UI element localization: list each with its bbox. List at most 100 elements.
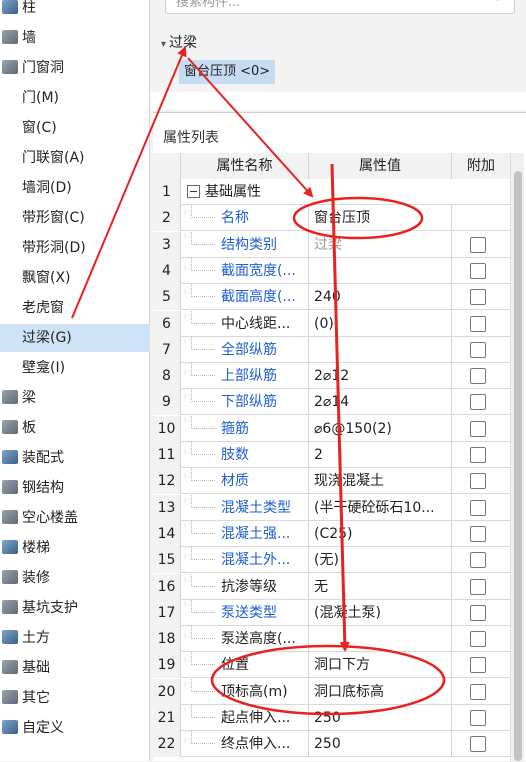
attach-checkbox[interactable] bbox=[470, 710, 486, 726]
attach-checkbox[interactable] bbox=[470, 420, 486, 437]
tree-item[interactable]: 自定义 bbox=[2, 714, 64, 742]
tree-item[interactable]: 钢结构 bbox=[2, 474, 64, 502]
attach-checkbox[interactable] bbox=[470, 631, 486, 648]
tree-item[interactable]: 墙 bbox=[2, 24, 36, 52]
table-row[interactable]: 8 上部纵筋 2⌀12 bbox=[153, 363, 510, 390]
search-input[interactable]: 搜索构件... ⌕ bbox=[165, 0, 515, 14]
table-row[interactable]: 11 肢数 2 bbox=[153, 442, 510, 468]
property-value[interactable] bbox=[309, 257, 452, 284]
property-name: 材质 bbox=[181, 468, 309, 495]
property-value[interactable] bbox=[309, 626, 452, 653]
attach-checkbox[interactable] bbox=[470, 525, 486, 542]
table-row[interactable]: 9 下部纵筋 2⌀14 bbox=[153, 389, 510, 416]
table-row[interactable]: 3 结构类别 过梁 bbox=[153, 231, 510, 258]
property-value[interactable]: 洞口底标高 bbox=[309, 678, 452, 705]
tree-item[interactable]: 空心楼盖 bbox=[2, 504, 78, 532]
search-icon[interactable]: ⌕ bbox=[497, 0, 504, 5]
property-value[interactable]: 250 bbox=[309, 705, 452, 731]
table-row[interactable]: 5 截面高度(... 240 bbox=[153, 284, 510, 311]
property-value[interactable]: 洞口下方 bbox=[309, 652, 452, 679]
property-value[interactable]: 240 bbox=[309, 284, 452, 311]
table-row[interactable]: 17 泵送类型 (混凝土泵) bbox=[153, 599, 510, 626]
table-row[interactable]: 12 材质 现浇混凝土 bbox=[153, 468, 510, 495]
table-row[interactable]: 16 抗渗等级 无 bbox=[153, 573, 510, 600]
table-row[interactable]: 4 截面宽度(... bbox=[153, 257, 510, 284]
attach-checkbox[interactable] bbox=[470, 578, 486, 595]
property-value[interactable]: 2 bbox=[309, 442, 452, 468]
table-row[interactable]: 6 中心线距... (0) bbox=[153, 310, 510, 337]
tree-item[interactable]: 板 bbox=[2, 414, 36, 442]
property-value[interactable]: 过梁 bbox=[309, 231, 452, 258]
table-row[interactable]: 13 混凝土类型 (半干硬砼砾石10... bbox=[153, 494, 510, 521]
property-value[interactable]: (无) bbox=[309, 547, 452, 574]
attach-checkbox[interactable] bbox=[470, 447, 486, 463]
collapse-minus-icon[interactable]: − bbox=[187, 185, 200, 198]
property-value[interactable]: (0) bbox=[309, 310, 452, 337]
tree-item[interactable]: 窗(C) bbox=[22, 114, 57, 142]
tree-item[interactable]: 装修 bbox=[2, 564, 50, 592]
attach-checkbox[interactable] bbox=[470, 604, 486, 621]
attach-checkbox[interactable] bbox=[470, 341, 486, 358]
tree-item[interactable]: 柱 bbox=[2, 0, 36, 22]
tree-item[interactable]: 其它 bbox=[2, 684, 50, 712]
tree-item[interactable]: 老虎窗 bbox=[22, 294, 64, 322]
table-row[interactable]: 1− 基础属性 bbox=[153, 179, 510, 205]
property-value[interactable]: (C25) bbox=[309, 520, 452, 547]
attach-checkbox[interactable] bbox=[470, 394, 486, 411]
tree-item[interactable]: 过梁(G) bbox=[0, 324, 150, 352]
property-value[interactable]: 无 bbox=[309, 573, 452, 600]
tree-item[interactable]: 门窗洞 bbox=[2, 54, 64, 82]
property-value[interactable]: 窗台压顶 bbox=[309, 205, 452, 232]
tree-item[interactable]: 门联窗(A) bbox=[22, 144, 85, 172]
attach-checkbox[interactable] bbox=[470, 552, 486, 569]
column-header bbox=[153, 153, 181, 179]
tree-item[interactable]: 带形洞(D) bbox=[22, 234, 86, 262]
property-name-text: 名称 bbox=[221, 210, 249, 227]
tree-item[interactable]: 装配式 bbox=[2, 444, 64, 472]
attach-checkbox[interactable] bbox=[470, 473, 486, 490]
table-row[interactable]: 18 泵送高度(... bbox=[153, 626, 510, 653]
tree-item[interactable]: 飘窗(X) bbox=[22, 264, 71, 292]
attach-checkbox[interactable] bbox=[470, 499, 486, 516]
attach-checkbox[interactable] bbox=[470, 315, 486, 332]
property-value[interactable]: 现浇混凝土 bbox=[309, 468, 452, 495]
attach-checkbox[interactable] bbox=[470, 657, 486, 674]
table-row[interactable]: 20 顶标高(m) 洞口底标高 bbox=[153, 678, 510, 705]
attach-checkbox[interactable] bbox=[470, 736, 486, 753]
table-row[interactable]: 21 起点伸入... 250 bbox=[153, 705, 510, 731]
tree-item[interactable]: 壁龛(I) bbox=[22, 354, 65, 382]
table-row[interactable]: 2 名称 窗台压顶 bbox=[153, 205, 510, 232]
attach-checkbox[interactable] bbox=[470, 683, 486, 700]
table-row[interactable]: 7 全部纵筋 bbox=[153, 336, 510, 363]
table-row[interactable]: 15 混凝土外... (无) bbox=[153, 547, 510, 574]
property-value[interactable]: ⌀6@150(2) bbox=[309, 415, 452, 442]
tree-item[interactable]: 带形窗(C) bbox=[22, 204, 85, 232]
scrollbar[interactable] bbox=[510, 153, 524, 762]
component-item[interactable]: 窗台压顶 <0> bbox=[179, 60, 276, 84]
property-value[interactable]: 2⌀12 bbox=[309, 363, 452, 390]
tree-item[interactable]: 梁 bbox=[2, 384, 36, 412]
property-value[interactable] bbox=[309, 336, 452, 363]
tree-item[interactable]: 基础 bbox=[2, 654, 50, 682]
group-header[interactable]: ▾ 过梁 bbox=[161, 32, 197, 52]
attach-checkbox[interactable] bbox=[470, 289, 486, 306]
attach-checkbox[interactable] bbox=[470, 368, 486, 385]
scroll-thumb[interactable] bbox=[514, 171, 522, 761]
table-row[interactable]: 14 混凝土强... (C25) bbox=[153, 520, 510, 547]
property-value[interactable]: 250 bbox=[309, 731, 452, 758]
tree-item[interactable]: 基坑支护 bbox=[2, 594, 78, 622]
attach-checkbox[interactable] bbox=[470, 262, 486, 279]
table-row[interactable]: 22 终点伸入... 250 bbox=[153, 731, 510, 758]
property-value[interactable]: 2⌀14 bbox=[309, 389, 452, 416]
attach-cell bbox=[452, 705, 510, 731]
tree-item[interactable]: 土方 bbox=[2, 624, 50, 652]
tree-item[interactable]: 楼梯 bbox=[2, 534, 50, 562]
tree-item[interactable]: 门(M) bbox=[22, 84, 59, 112]
attach-checkbox[interactable] bbox=[470, 236, 486, 253]
table-row[interactable]: 19 位置 洞口下方 bbox=[153, 652, 510, 679]
property-value[interactable]: (混凝土泵) bbox=[309, 599, 452, 626]
property-value[interactable]: (半干硬砼砾石10... bbox=[309, 494, 452, 521]
collapse-arrow-icon[interactable]: ▾ bbox=[161, 39, 166, 50]
table-row[interactable]: 10 箍筋 ⌀6@150(2) bbox=[153, 415, 510, 442]
tree-item[interactable]: 墙洞(D) bbox=[22, 174, 72, 202]
